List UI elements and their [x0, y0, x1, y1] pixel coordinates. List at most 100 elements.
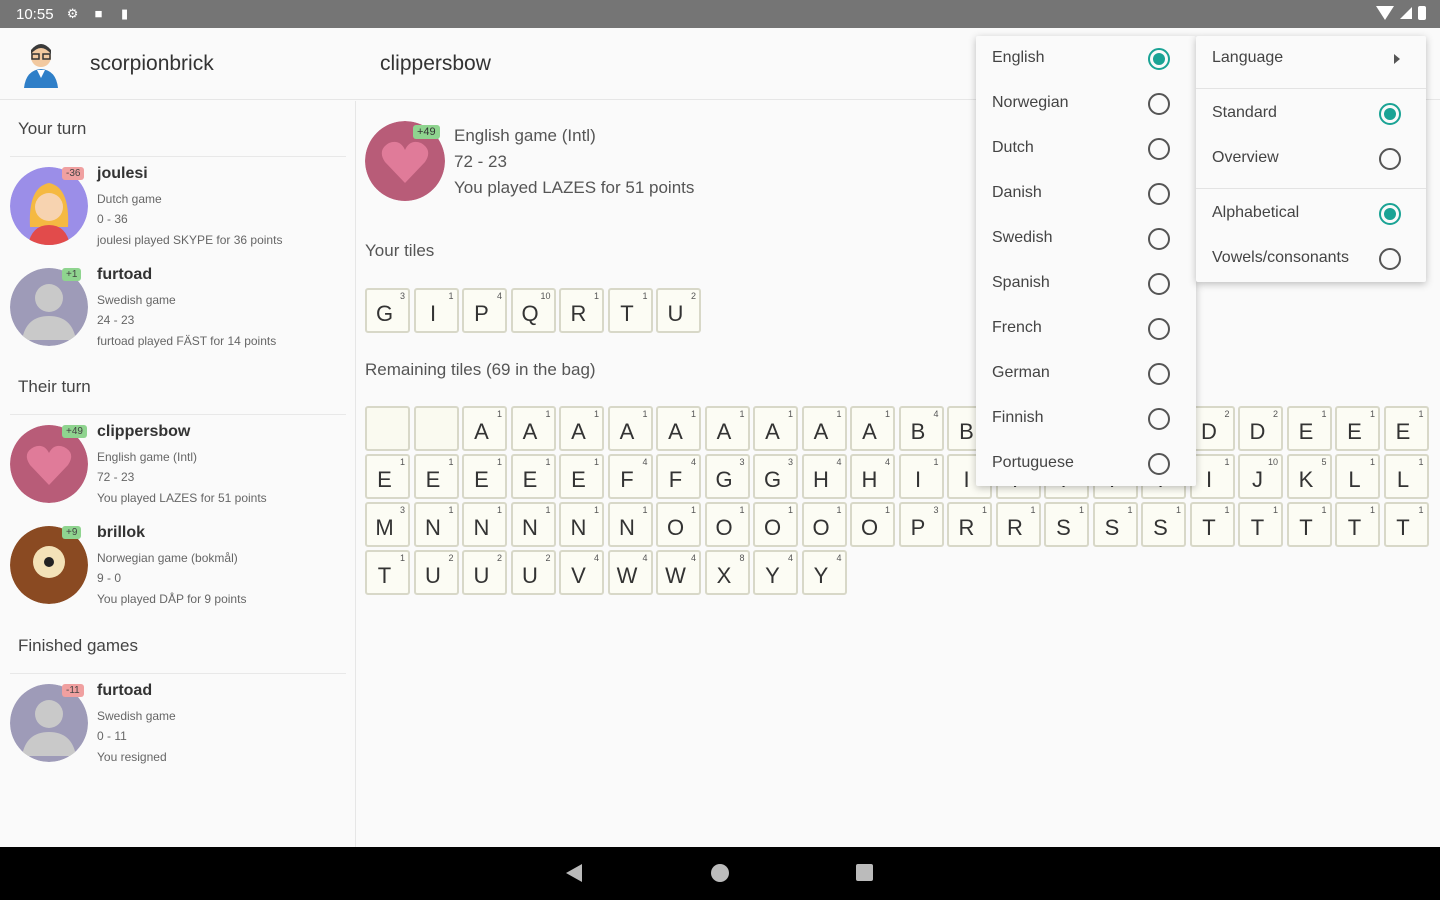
back-icon[interactable] [566, 864, 582, 882]
language-radio[interactable] [1148, 273, 1170, 295]
divider [1196, 88, 1426, 89]
tile-score: 1 [448, 505, 454, 515]
tile-score: 1 [739, 505, 745, 515]
tile-letter: H [813, 467, 829, 492]
tile-letter: E [377, 467, 392, 492]
language-option-spanish[interactable]: Spanish [976, 261, 1196, 306]
tile-score: 1 [642, 505, 648, 515]
game-score: 9 - 0 [97, 571, 122, 585]
game-title: clippersbow [380, 52, 491, 75]
tile-score: 1 [884, 505, 890, 515]
settings-icon: ⚙ [66, 6, 79, 21]
battery-icon [1418, 6, 1426, 20]
language-radio[interactable] [1148, 363, 1170, 385]
language-option-norwegian[interactable]: Norwegian [976, 81, 1196, 126]
language-option-english[interactable]: English [976, 36, 1196, 81]
remaining-tiles-label: Remaining tiles (69 in the bag) [365, 360, 596, 379]
game-item-joulesi[interactable]: -36 joulesi Dutch game 0 - 36 joulesi pl… [0, 165, 356, 257]
language-label: Dutch [992, 139, 1034, 156]
opponent-name: furtoad [97, 266, 153, 283]
menu-item-label: Vowels/consonants [1212, 249, 1349, 266]
tile-n: N1 [607, 502, 653, 547]
user-avatar[interactable] [18, 40, 64, 88]
language-label: English [992, 49, 1045, 66]
tile-a: A1 [704, 406, 750, 451]
tile-letter: E [571, 467, 586, 492]
last-move: You played DÅP for 9 points [97, 592, 247, 606]
radio-vowels-consonants[interactable] [1379, 248, 1401, 270]
game-score: 0 - 36 [97, 212, 128, 226]
tile-e: E1 [462, 454, 507, 499]
language-radio[interactable] [1148, 138, 1170, 160]
home-icon[interactable] [711, 864, 729, 882]
game-item-brillok[interactable]: +9 brillok Norwegian game (bokmål) 9 - 0… [0, 524, 356, 616]
tile-score: 10 [540, 291, 551, 301]
opponent-name: furtoad [97, 682, 153, 699]
tile-e: E1 [413, 454, 459, 499]
tile-t: T1 [1189, 502, 1235, 547]
opponent-name: joulesi [97, 165, 148, 182]
tile-letter: S [1056, 515, 1071, 540]
language-option-swedish[interactable]: Swedish [976, 216, 1196, 261]
language-option-german[interactable]: German [976, 351, 1196, 396]
tile-a: A1 [850, 406, 895, 451]
menu-item-language[interactable]: Language [1196, 36, 1426, 81]
sdcard-icon: ▮ [120, 6, 129, 21]
tile-n: N1 [462, 502, 507, 547]
language-option-dutch[interactable]: Dutch [976, 126, 1196, 171]
menu-item-alphabetical[interactable]: Alphabetical [1196, 191, 1426, 236]
language-radio[interactable] [1148, 453, 1170, 475]
language-radio[interactable] [1148, 48, 1170, 70]
language-option-portuguese[interactable]: Portuguese [976, 441, 1196, 486]
tile-score: 1 [690, 505, 696, 515]
tile-letter: N [425, 515, 441, 540]
tile-letter: F [668, 467, 683, 492]
tile-score: 1 [739, 409, 745, 419]
tile-e: E1 [1286, 406, 1332, 451]
menu-item-overview[interactable]: Overview [1196, 136, 1426, 181]
language-radio[interactable] [1148, 228, 1170, 250]
tile-r: R1 [559, 288, 604, 333]
tile-score: 1 [981, 505, 987, 515]
tile-letter: A [716, 419, 732, 444]
game-item-furtoad-finished[interactable]: -11 furtoad Swedish game 0 - 11 You resi… [0, 682, 356, 774]
tile-letter: E [474, 467, 489, 492]
radio-alphabetical[interactable] [1379, 203, 1401, 225]
language-radio[interactable] [1148, 183, 1170, 205]
tile-d: D2 [1189, 406, 1235, 451]
tile-letter: J [1252, 467, 1263, 492]
tile-score: 1 [593, 457, 599, 467]
tile-h: H4 [801, 454, 847, 499]
tile-v: V4 [559, 550, 604, 595]
tile-letter: U [522, 563, 538, 588]
tile-j: J 10 [1238, 454, 1283, 499]
tile-a: A1 [656, 406, 701, 451]
language-option-finnish[interactable]: Finnish [976, 396, 1196, 441]
tile-score: 1 [1321, 409, 1327, 419]
tile-score: 1 [1127, 505, 1133, 515]
language-radio[interactable] [1148, 318, 1170, 340]
game-item-furtoad[interactable]: +1 furtoad Swedish game 24 - 23 furtoad … [0, 266, 356, 358]
score-badge: -36 [62, 167, 85, 180]
tile-score: 1 [1272, 505, 1278, 515]
tile-letter: T [1299, 515, 1313, 540]
tile-score: 4 [884, 457, 890, 467]
menu-item-vowels-consonants[interactable]: Vowels/consonants [1196, 236, 1426, 281]
game-type: Dutch game [97, 192, 162, 206]
recent-apps-icon[interactable] [856, 864, 873, 881]
tile-r: R1 [995, 502, 1041, 547]
language-option-french[interactable]: French [976, 306, 1196, 351]
tile-letter: O [666, 515, 685, 540]
tile-letter: E [1395, 419, 1411, 444]
language-radio[interactable] [1148, 408, 1170, 430]
radio-standard[interactable] [1379, 103, 1401, 125]
tile-a: A1 [510, 406, 556, 451]
game-item-clippersbow[interactable]: +49 clippersbow English game (Intl) 72 -… [0, 423, 356, 515]
radio-overview[interactable] [1379, 148, 1401, 170]
tile-score: 4 [593, 553, 599, 563]
language-radio[interactable] [1148, 93, 1170, 115]
menu-item-standard[interactable]: Standard [1196, 91, 1426, 136]
language-option-danish[interactable]: Danish [976, 171, 1196, 216]
tile-blank [413, 406, 459, 451]
tile-score: 4 [836, 553, 842, 563]
